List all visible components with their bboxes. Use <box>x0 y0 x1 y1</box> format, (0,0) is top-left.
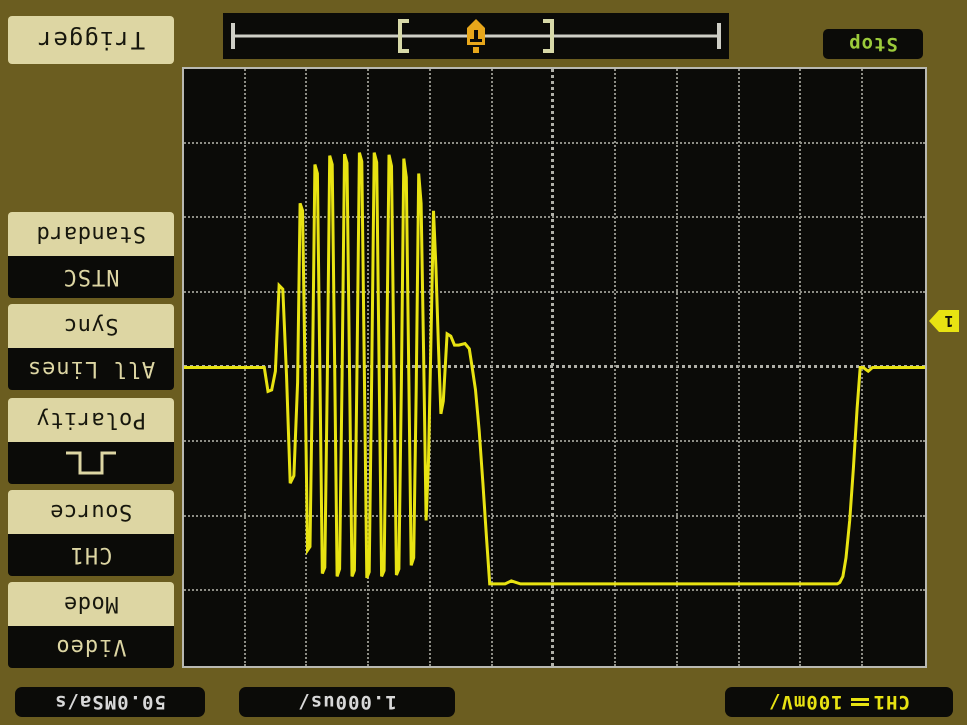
menu-item-polarity-label: Polarity <box>8 398 174 442</box>
channel-1-label: CH1 <box>872 691 910 713</box>
time-per-div-value: 1.000us/ <box>297 691 397 713</box>
menu-item-polarity[interactable]: Polarity <box>8 398 174 484</box>
sample-rate-value: 50.0MSa/s <box>54 691 166 713</box>
trigger-menu-panel: Video Mode CH1 Source Polarity All Lines… <box>8 8 174 668</box>
menu-item-source-value: CH1 <box>8 534 174 576</box>
menu-item-source-label: Source <box>8 490 174 534</box>
menu-item-mode-value: Video <box>8 626 174 668</box>
menu-item-sync-value: All Lines <box>8 348 174 390</box>
menu-item-sync[interactable]: All Lines Sync <box>8 304 174 390</box>
waveform-plot-area[interactable] <box>182 14 927 668</box>
menu-item-standard-value: NTSC <box>8 256 174 298</box>
menu-item-mode[interactable]: Video Mode <box>8 582 174 668</box>
run-state-label: Stop <box>848 33 898 55</box>
menu-title-label: Trigger <box>36 26 146 54</box>
dc-coupling-icon <box>850 696 869 708</box>
menu-item-mode-label: Mode <box>8 582 174 626</box>
channel-1-ground-label: 1 <box>939 310 959 332</box>
timebase-status[interactable]: 1.000us/ <box>239 687 455 717</box>
run-state-badge[interactable]: Stop <box>823 29 923 59</box>
menu-title: Trigger <box>8 16 174 64</box>
channel-1-volts-per-div: 100mV/ <box>768 691 843 713</box>
menu-item-polarity-value <box>8 442 174 484</box>
menu-item-standard-label: Standard <box>8 212 174 256</box>
menu-item-source[interactable]: CH1 Source <box>8 490 174 576</box>
sample-rate-status[interactable]: 50.0MSa/s <box>15 687 205 717</box>
channel-1-ground-marker[interactable]: 1 <box>929 309 959 333</box>
menu-item-sync-label: Sync <box>8 304 174 348</box>
channel-1-status[interactable]: CH1 100mV/ <box>725 687 953 717</box>
oscilloscope-screen: CH1 100mV/ 1.000us/ 50.0MSa/s 1 Stop Vid… <box>0 0 967 725</box>
ground-marker-arrow-icon <box>929 310 939 332</box>
status-bar: CH1 100mV/ 1.000us/ 50.0MSa/s <box>0 681 967 725</box>
menu-item-standard[interactable]: NTSC Standard <box>8 212 174 298</box>
waveform-trace <box>184 152 925 586</box>
positive-pulse-icon <box>66 451 116 475</box>
horizontal-position-bar[interactable] <box>223 13 729 59</box>
